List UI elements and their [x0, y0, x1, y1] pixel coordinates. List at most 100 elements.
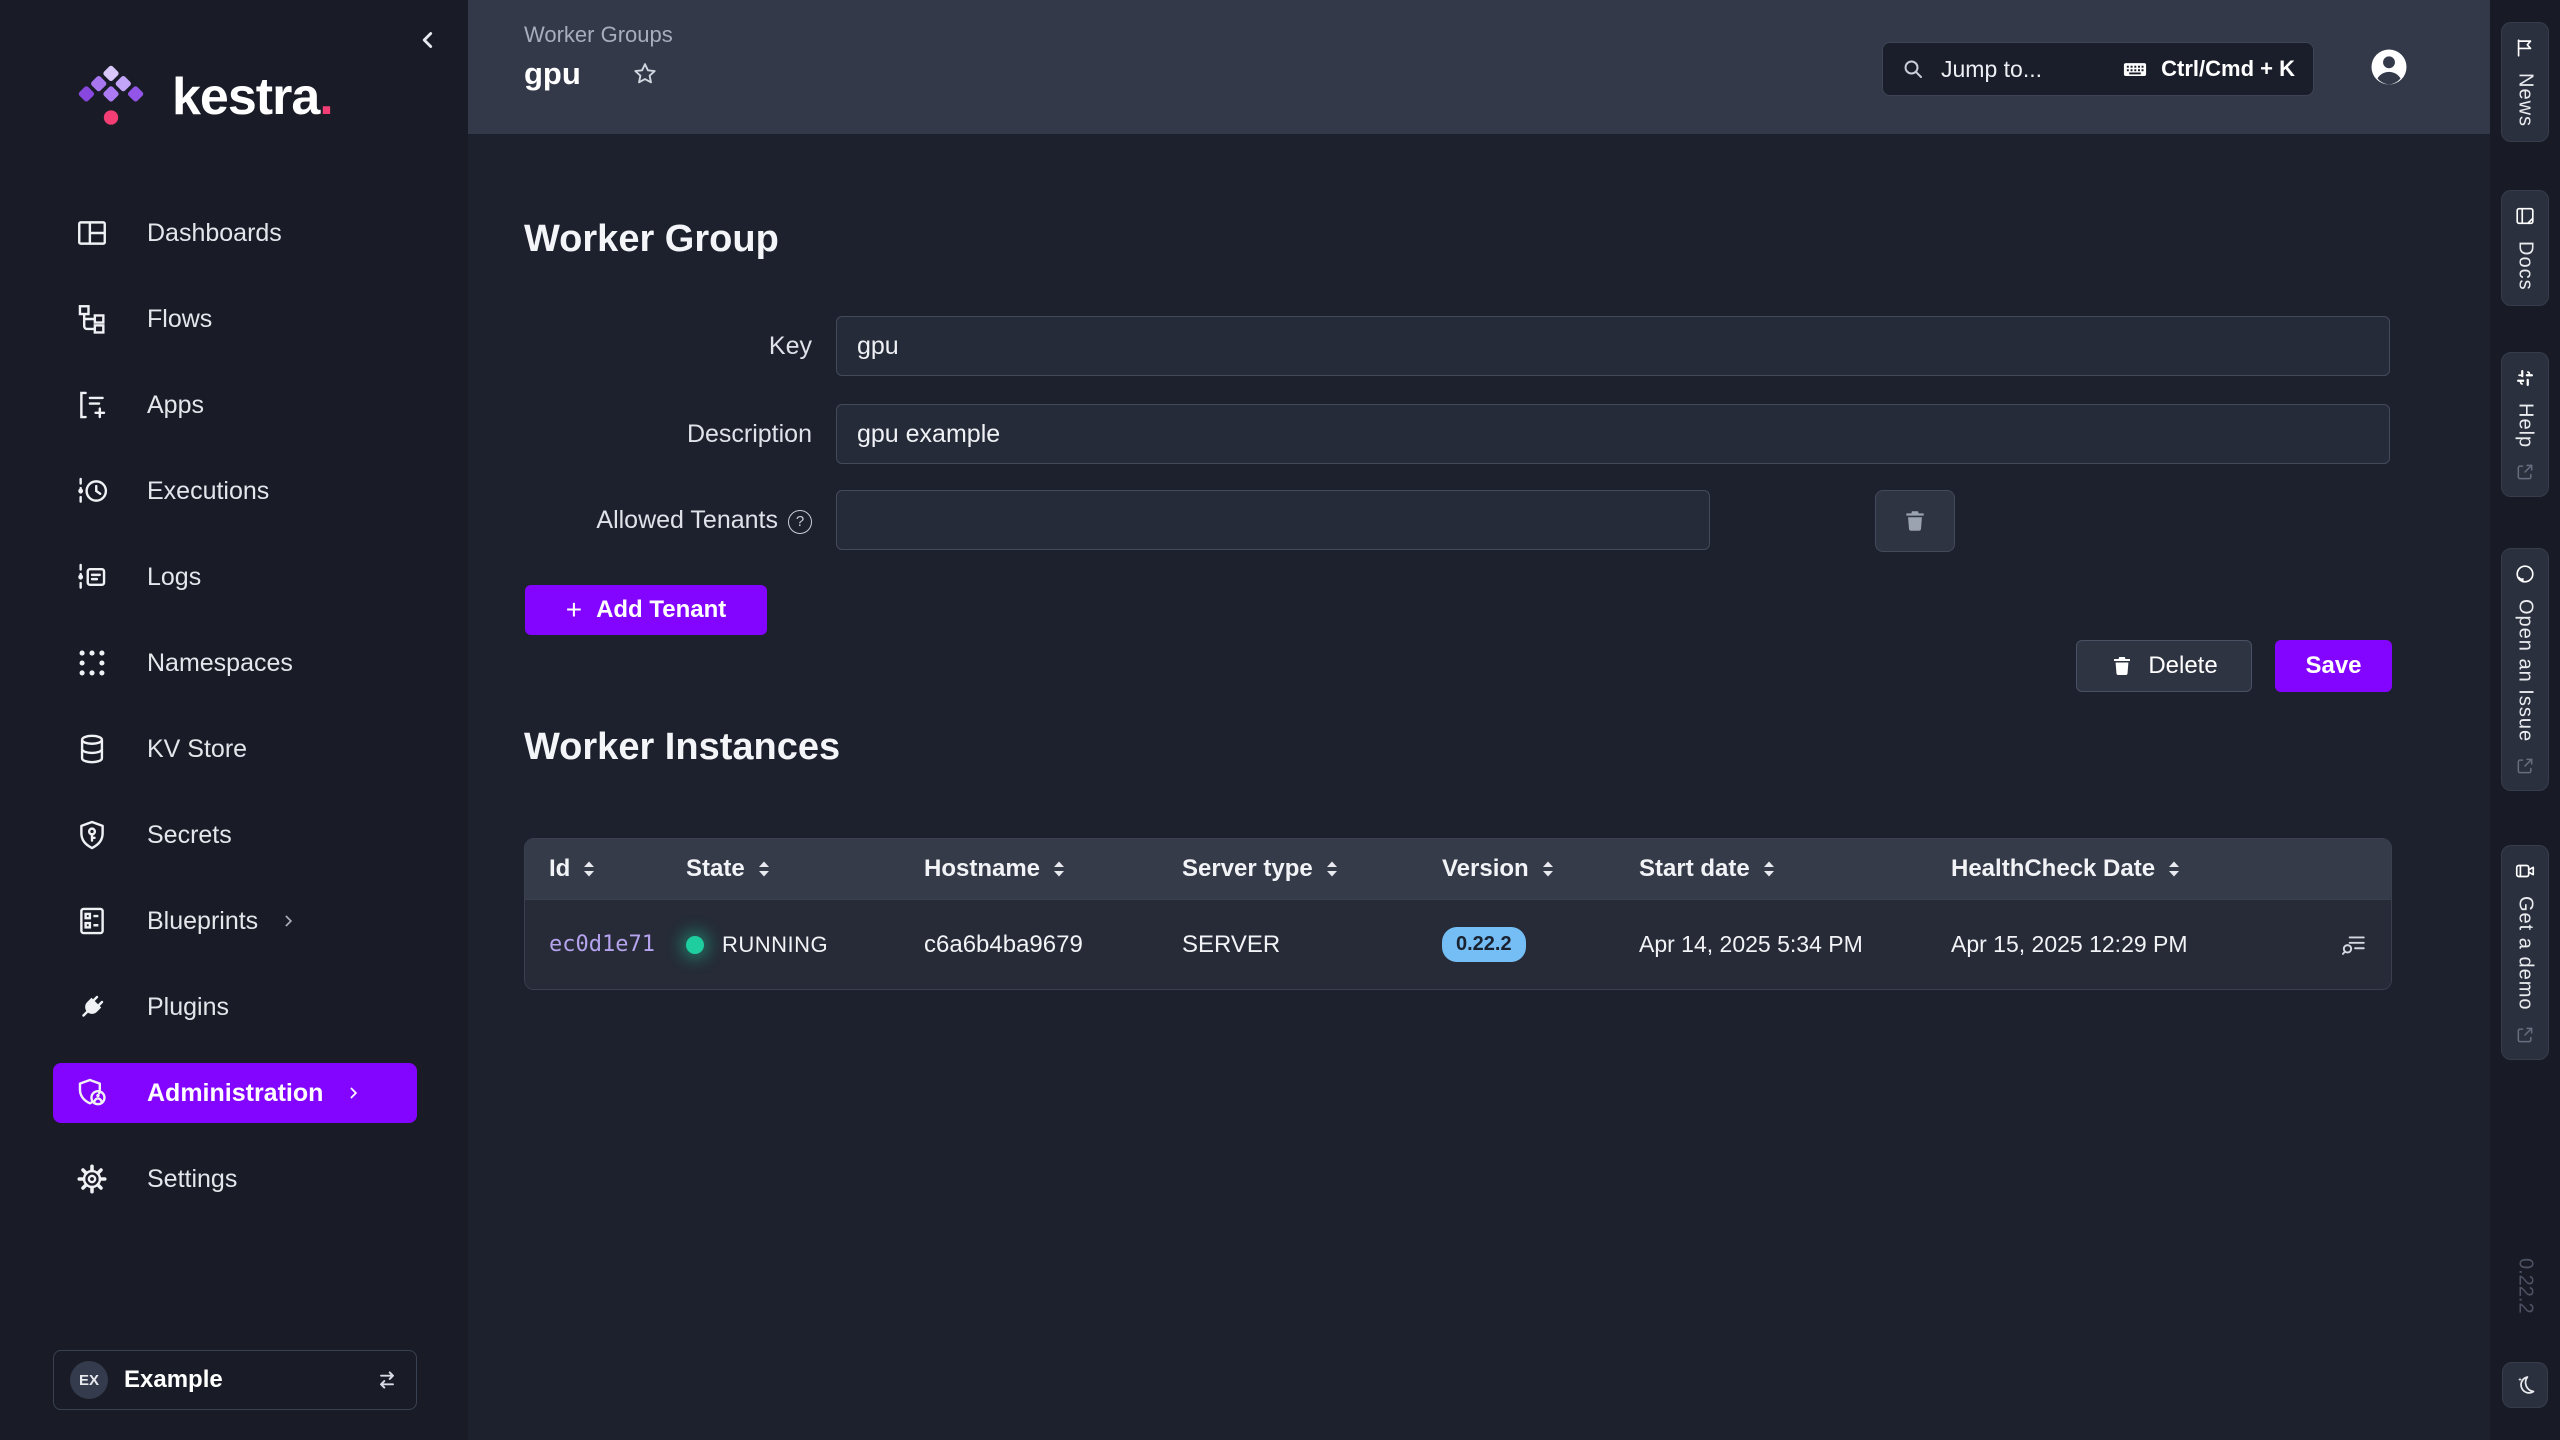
- external-link-icon: [2515, 462, 2535, 482]
- sidebar-item-label: Administration: [147, 1079, 323, 1108]
- plugins-icon: [75, 990, 109, 1024]
- news-button[interactable]: News: [2501, 22, 2549, 142]
- kv-store-icon: [75, 732, 109, 766]
- sidebar-item-label: Executions: [147, 477, 269, 506]
- dashboards-icon: [75, 216, 109, 250]
- sidebar-item-blueprints[interactable]: Blueprints: [53, 891, 417, 951]
- theme-toggle-button[interactable]: [2502, 1362, 2548, 1408]
- sidebar-item-namespaces[interactable]: Namespaces: [53, 633, 417, 693]
- plus-icon: +: [566, 594, 582, 626]
- sidebar-item-plugins[interactable]: Plugins: [53, 977, 417, 1037]
- top-bar: Worker Groups gpu Jump to... Ctrl/Cmd + …: [468, 0, 2490, 134]
- sidebar-nav: Dashboards Flows Apps Executions Logs Na…: [53, 203, 417, 1235]
- allowed-tenants-input[interactable]: [836, 490, 1710, 550]
- sidebar-item-label: Apps: [147, 391, 204, 420]
- version-badge: 0.22.2: [1442, 927, 1526, 962]
- sort-icon: [757, 859, 771, 879]
- column-header-id[interactable]: Id: [525, 855, 686, 883]
- main-content: Worker Group Key Description Allowed Ten…: [468, 134, 2490, 1440]
- remove-tenant-button[interactable]: [1875, 490, 1955, 552]
- column-header-server-type[interactable]: Server type: [1182, 855, 1442, 883]
- table-row: ec0d1e71 RUNNING c6a6b4ba9679 SERVER 0.2…: [525, 899, 2391, 989]
- column-header-hostname[interactable]: Hostname: [924, 855, 1182, 883]
- right-rail: News Docs Help Open an Issue Get a demo …: [2490, 0, 2560, 1440]
- column-header-healthcheck-date[interactable]: HealthCheck Date: [1951, 855, 2319, 883]
- sidebar-item-label: Plugins: [147, 993, 229, 1022]
- column-header-start-date[interactable]: Start date: [1639, 855, 1951, 883]
- breadcrumb[interactable]: Worker Groups: [524, 22, 673, 48]
- get-a-demo-button[interactable]: Get a demo: [2501, 845, 2549, 1060]
- instance-id-link[interactable]: ec0d1e71: [549, 932, 655, 957]
- sort-icon: [2167, 859, 2181, 879]
- sort-icon: [1325, 859, 1339, 879]
- view-logs-icon[interactable]: [2341, 932, 2367, 958]
- logs-icon: [75, 560, 109, 594]
- running-status-dot: [686, 936, 704, 954]
- server-type-cell: SERVER: [1182, 931, 1442, 959]
- column-header-state[interactable]: State: [686, 855, 924, 883]
- column-header-version[interactable]: Version: [1442, 855, 1639, 883]
- sidebar-item-settings[interactable]: Settings: [53, 1149, 417, 1209]
- sidebar-item-label: Flows: [147, 305, 212, 334]
- help-button[interactable]: Help: [2501, 352, 2549, 497]
- sort-icon: [582, 859, 596, 879]
- tenant-avatar: EX: [70, 1361, 108, 1399]
- kestra-logo-mark: [70, 64, 152, 130]
- save-button[interactable]: Save: [2275, 640, 2392, 692]
- tenant-name: Example: [124, 1366, 223, 1394]
- docs-icon: [2514, 205, 2536, 227]
- state-cell: RUNNING: [686, 932, 924, 958]
- github-icon: [2514, 563, 2536, 585]
- sidebar-item-label: Settings: [147, 1165, 237, 1194]
- search-shortcut: Ctrl/Cmd + K: [2121, 55, 2295, 83]
- tenant-selector[interactable]: EX Example: [53, 1350, 417, 1410]
- moon-stars-icon: [2513, 1373, 2537, 1397]
- keyboard-icon: [2121, 55, 2149, 83]
- kestra-logo[interactable]: kestra.: [70, 64, 333, 130]
- sidebar-item-logs[interactable]: Logs: [53, 547, 417, 607]
- sidebar-item-administration[interactable]: Administration: [53, 1063, 417, 1123]
- external-link-icon: [2515, 1025, 2535, 1045]
- help-circle-icon[interactable]: ?: [788, 510, 812, 534]
- sidebar-item-apps[interactable]: Apps: [53, 375, 417, 435]
- hostname-cell: c6a6b4ba9679: [924, 931, 1182, 959]
- external-link-icon: [2515, 756, 2535, 776]
- apps-icon: [75, 388, 109, 422]
- sidebar-item-kv-store[interactable]: KV Store: [53, 719, 417, 779]
- settings-icon: [75, 1162, 109, 1196]
- sidebar-item-executions[interactable]: Executions: [53, 461, 417, 521]
- sidebar-item-flows[interactable]: Flows: [53, 289, 417, 349]
- namespaces-icon: [75, 646, 109, 680]
- sort-icon: [1762, 859, 1776, 879]
- switch-tenant-icon: [374, 1367, 400, 1393]
- slack-icon: [2514, 367, 2536, 389]
- trash-icon: [1902, 508, 1928, 534]
- key-label: Key: [468, 316, 812, 376]
- page-title: gpu: [524, 56, 581, 92]
- app-version: 0.22.2: [2490, 1258, 2560, 1314]
- sidebar-item-dashboards[interactable]: Dashboards: [53, 203, 417, 263]
- sidebar-collapse-icon[interactable]: [410, 22, 446, 58]
- sidebar: kestra. Dashboards Flows Apps Executions…: [0, 0, 468, 1440]
- favorite-star-icon[interactable]: [631, 60, 659, 88]
- secrets-icon: [75, 818, 109, 852]
- chevron-right-icon: [343, 1083, 363, 1103]
- sidebar-item-label: Dashboards: [147, 219, 282, 248]
- user-avatar-icon[interactable]: [2368, 46, 2410, 88]
- sidebar-item-label: Secrets: [147, 821, 232, 850]
- executions-icon: [75, 474, 109, 508]
- sidebar-item-secrets[interactable]: Secrets: [53, 805, 417, 865]
- sort-icon: [1541, 859, 1555, 879]
- trash-icon: [2110, 654, 2134, 678]
- open-an-issue-button[interactable]: Open an Issue: [2501, 548, 2549, 791]
- description-input[interactable]: [836, 404, 2390, 464]
- docs-button[interactable]: Docs: [2501, 190, 2549, 306]
- add-tenant-button[interactable]: + Add Tenant: [525, 585, 767, 635]
- key-input[interactable]: [836, 316, 2390, 376]
- state-label: RUNNING: [722, 932, 828, 958]
- jump-to-search[interactable]: Jump to... Ctrl/Cmd + K: [1882, 42, 2314, 96]
- allowed-tenants-label: Allowed Tenants?: [468, 490, 812, 550]
- worker-group-heading: Worker Group: [524, 218, 779, 261]
- delete-button[interactable]: Delete: [2076, 640, 2252, 692]
- description-label: Description: [468, 404, 812, 464]
